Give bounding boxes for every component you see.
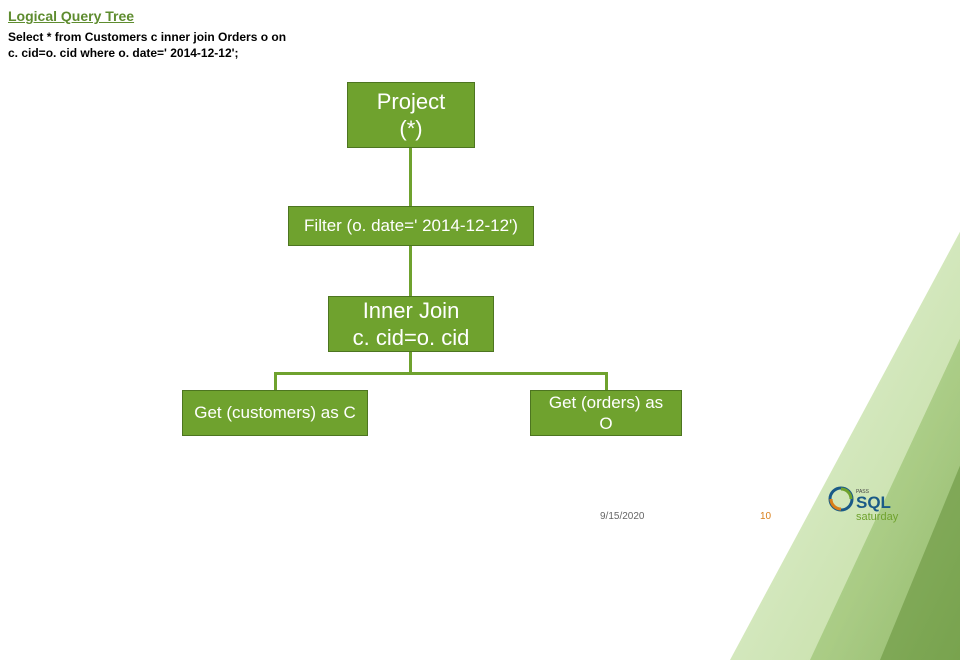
page-title: Logical Query Tree (8, 8, 134, 24)
node-inner-join: Inner Join c. cid=o. cid (328, 296, 494, 352)
connector-to-customers (274, 372, 277, 392)
connector-project-filter (409, 148, 412, 206)
svg-text:saturday: saturday (856, 511, 899, 523)
connector-to-orders (605, 372, 608, 392)
node-filter: Filter (o. date=' 2014-12-12') (288, 206, 534, 246)
sql-query-line2: c. cid=o. cid where o. date=' 2014-12-12… (8, 46, 238, 60)
sql-saturday-logo: PASS SQL saturday (828, 486, 938, 528)
connector-join-down (409, 352, 412, 374)
footer-date: 9/15/2020 (600, 511, 645, 522)
node-project: Project (*) (347, 82, 475, 148)
connector-horizontal (274, 372, 608, 375)
svg-text:SQL: SQL (856, 493, 891, 512)
connector-filter-join (409, 246, 412, 298)
node-get-orders: Get (orders) as O (530, 390, 682, 436)
node-get-customers: Get (customers) as C (182, 390, 368, 436)
sql-query-line1: Select * from Customers c inner join Ord… (8, 30, 286, 44)
footer-page-number: 10 (760, 511, 771, 522)
